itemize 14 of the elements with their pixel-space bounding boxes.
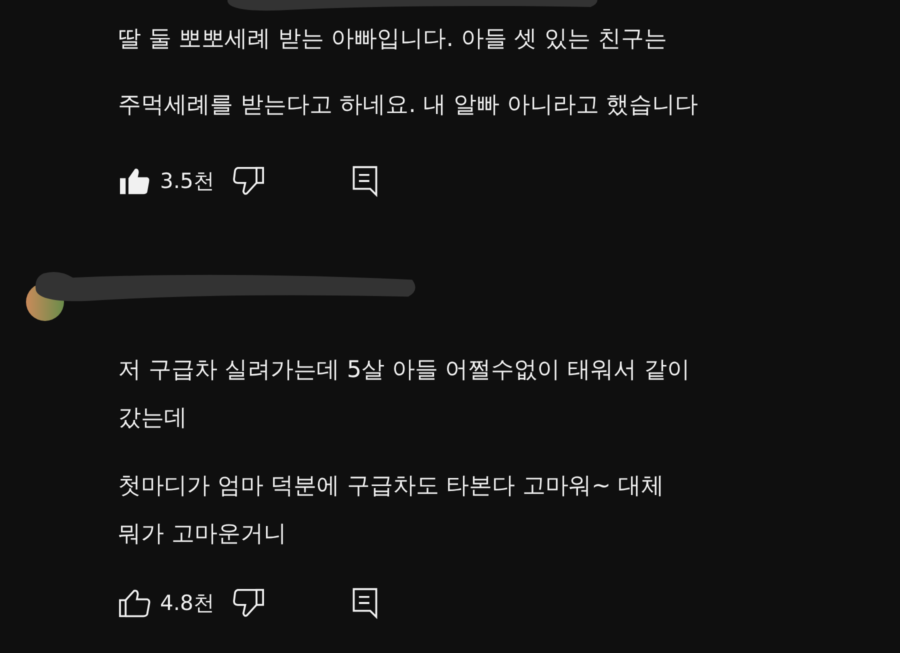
thumbs-up-icon[interactable] <box>118 588 152 618</box>
like-count: 3.5천 <box>160 168 214 195</box>
reply-icon[interactable] <box>352 165 378 197</box>
thumbs-down-icon[interactable] <box>232 166 266 196</box>
comment-text: 딸 둘 뽀뽀세례 받는 아빠입니다. 아들 셋 있는 친구는 <box>118 25 668 54</box>
comment-text: 뭐가 고마운거니 <box>118 520 288 549</box>
like-count: 4.8천 <box>160 590 214 617</box>
comment-text: 저 구급차 실려가는데 5살 아들 어쩔수없이 태워서 같이 <box>118 356 691 385</box>
comment-text: 첫마디가 엄마 덕분에 구급차도 타본다 고마워~ 대체 <box>118 472 666 501</box>
comment-text: 갔는데 <box>118 404 188 433</box>
thumbs-down-icon[interactable] <box>232 588 266 618</box>
comment-text: 주먹세례를 받는다고 하네요. 내 알빠 아니라고 했습니다 <box>118 91 700 120</box>
reply-icon[interactable] <box>352 587 378 619</box>
thumbs-up-icon[interactable] <box>118 166 152 196</box>
